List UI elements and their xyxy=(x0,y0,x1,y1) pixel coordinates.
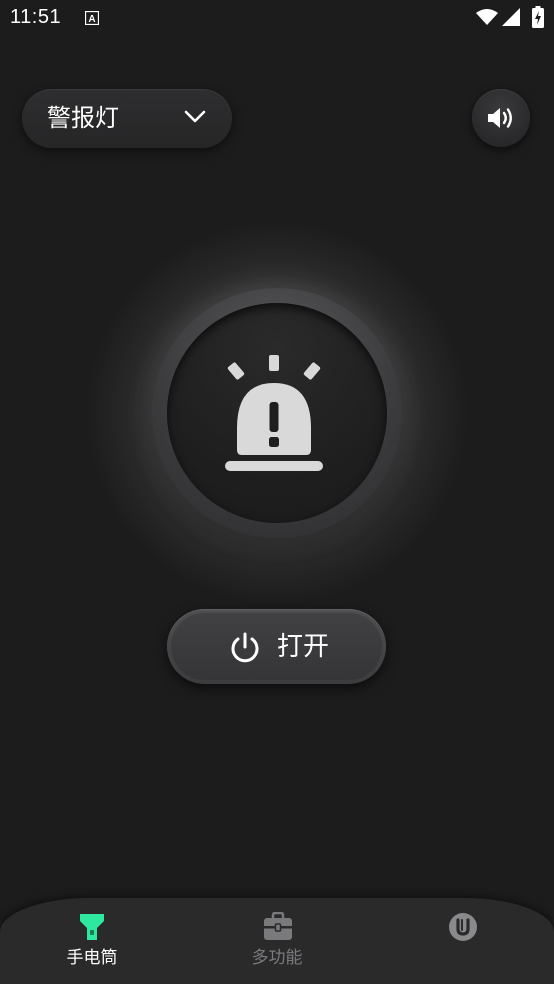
status-bar: 11:51 A xyxy=(0,0,554,40)
nav-item-multifunction[interactable]: 多功能 xyxy=(207,898,347,984)
nav-label-flashlight: 手电筒 xyxy=(66,948,118,968)
nav-item-flashlight[interactable]: 手电筒 xyxy=(22,898,162,984)
status-time: 11:51 xyxy=(10,6,62,28)
bottom-nav: 手电筒 多功能 xyxy=(0,898,554,984)
mode-dropdown-label: 警报灯 xyxy=(47,104,119,132)
power-toggle-button[interactable]: 打开 xyxy=(167,609,386,684)
chevron-down-icon xyxy=(184,109,206,128)
power-button-label: 打开 xyxy=(277,632,330,662)
alarm-siren-icon xyxy=(225,355,323,471)
flashlight-icon xyxy=(78,912,106,946)
u-badge-icon xyxy=(448,912,478,946)
power-icon xyxy=(229,631,261,667)
alarm-light-face xyxy=(167,303,387,523)
nav-label-multifunction: 多功能 xyxy=(251,948,303,968)
svg-text:A: A xyxy=(88,14,95,25)
battery-charging-icon xyxy=(532,6,544,32)
nav-item-u-app[interactable] xyxy=(392,898,532,984)
speaker-icon xyxy=(488,108,512,128)
keyboard-indicator-icon: A xyxy=(84,10,100,26)
sound-toggle-button[interactable] xyxy=(472,89,530,147)
alarm-light-button[interactable] xyxy=(152,288,402,538)
power-button-face: 打开 xyxy=(171,613,382,680)
mode-dropdown[interactable]: 警报灯 xyxy=(22,89,232,148)
wifi-icon xyxy=(476,8,498,30)
toolbox-icon xyxy=(263,911,293,946)
signal-icon xyxy=(502,8,520,30)
